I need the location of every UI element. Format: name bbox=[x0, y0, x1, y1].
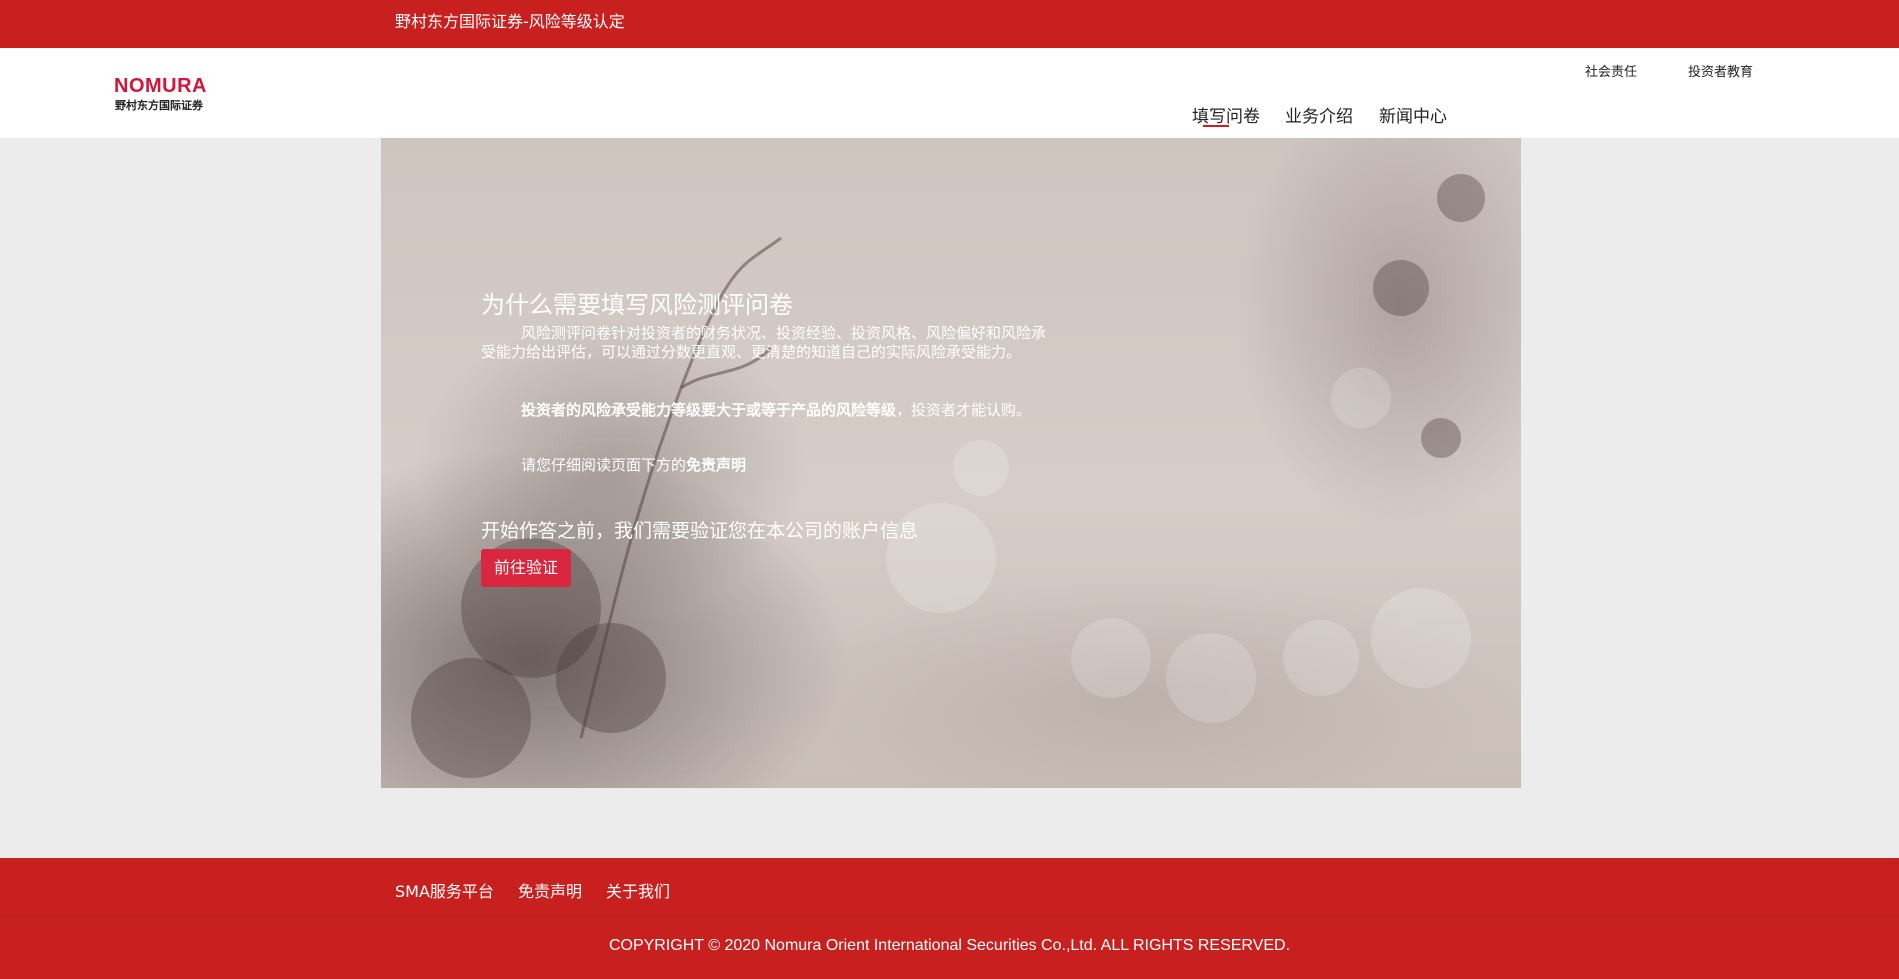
hero-banner: 为什么需要填写风险测评问卷 风险测评问卷针对投资者的财务状况、投资经验、投资风格… bbox=[381, 138, 1521, 788]
nav-active-indicator bbox=[1203, 125, 1229, 127]
copyright-text: COPYRIGHT © 2020 Nomura Orient Internati… bbox=[608, 937, 1291, 954]
hero-paragraph-requirement: 投资者的风险承受能力等级要大于或等于产品的风险等级，投资者才能认购。 bbox=[481, 401, 1046, 420]
nomura-logo[interactable]: NOMURA 野村东方国际证券 bbox=[114, 75, 234, 115]
top-banner: 野村东方国际证券-风险等级认定 bbox=[0, 0, 1899, 48]
verify-prompt: 开始作答之前，我们需要验证您在本公司的账户信息 bbox=[481, 520, 919, 542]
go-verify-button[interactable]: 前往验证 bbox=[481, 549, 571, 587]
nav-news-center[interactable]: 新闻中心 bbox=[1379, 102, 1447, 127]
footer-copyright-bar: COPYRIGHT © 2020 Nomura Orient Internati… bbox=[0, 916, 1899, 979]
requirement-rest-text: ，投资者才能认购。 bbox=[896, 401, 1032, 419]
hero-paragraph-disclaimer-note: 请您仔细阅读页面下方的免责声明 bbox=[481, 456, 1046, 475]
site-title: 野村东方国际证券-风险等级认定 bbox=[395, 12, 625, 31]
logo-subtitle: 野村东方国际证券 bbox=[115, 99, 203, 112]
footer-link-disclaimer[interactable]: 免责声明 bbox=[518, 878, 582, 902]
site-header: NOMURA 野村东方国际证券 社会责任 投资者教育 填写问卷 业务介绍 新闻中… bbox=[0, 48, 1899, 138]
disclaimer-note-prefix: 请您仔细阅读页面下方的 bbox=[521, 456, 687, 474]
requirement-bold-text: 投资者的风险承受能力等级要大于或等于产品的风险等级 bbox=[521, 401, 897, 419]
disclaimer-note-link: 免责声明 bbox=[686, 456, 747, 474]
link-social-responsibility[interactable]: 社会责任 bbox=[1585, 61, 1637, 80]
footer-link-about[interactable]: 关于我们 bbox=[606, 878, 670, 902]
footer-links-bar: SMA服务平台 免责声明 关于我们 bbox=[0, 858, 1899, 916]
hero-paragraph-intro: 风险测评问卷针对投资者的财务状况、投资经验、投资风格、风险偏好和风险承受能力给出… bbox=[481, 324, 1047, 361]
footer-link-sma[interactable]: SMA服务平台 bbox=[395, 878, 494, 902]
link-investor-education[interactable]: 投资者教育 bbox=[1688, 61, 1753, 80]
hero-title: 为什么需要填写风险测评问卷 bbox=[481, 291, 793, 319]
logo-wordmark: NOMURA bbox=[114, 75, 207, 97]
nav-fill-questionnaire[interactable]: 填写问卷 bbox=[1192, 102, 1260, 127]
nav-business-intro[interactable]: 业务介绍 bbox=[1285, 102, 1353, 127]
